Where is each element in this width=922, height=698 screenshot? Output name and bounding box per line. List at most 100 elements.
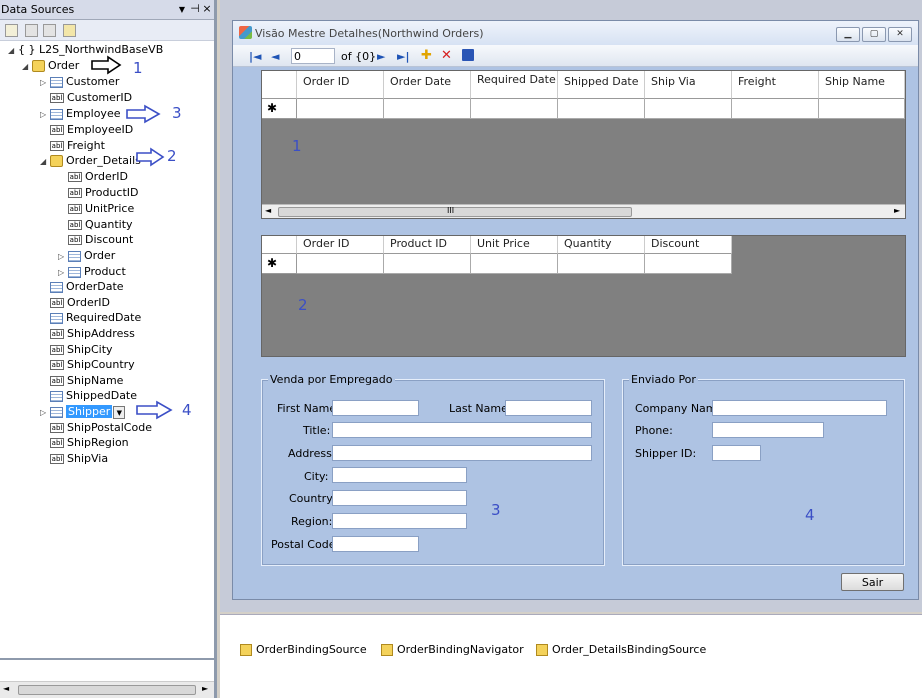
scroll-thumb[interactable]: [18, 685, 196, 695]
refresh-icon[interactable]: [63, 24, 76, 37]
grid-cell[interactable]: [558, 99, 645, 119]
expand-triangle-icon[interactable]: ▷: [58, 249, 68, 265]
tree-node-required-date[interactable]: RequiredDate: [50, 310, 141, 326]
column-header[interactable]: Shipped Date: [558, 71, 645, 99]
tree-node-employee-id[interactable]: abl EmployeeID: [50, 122, 133, 138]
maximize-button[interactable]: ▢: [862, 27, 886, 42]
region-textbox[interactable]: [332, 513, 467, 529]
tree-node-root[interactable]: ◢{ } L2S_NorthwindBaseVB: [8, 42, 163, 58]
last-name-textbox[interactable]: [505, 400, 592, 416]
save-icon[interactable]: [462, 49, 474, 61]
expand-triangle-icon[interactable]: ▷: [40, 107, 50, 123]
city-textbox[interactable]: [332, 467, 467, 483]
new-row-marker[interactable]: ✱: [262, 99, 297, 119]
collapse-triangle-icon[interactable]: ◢: [40, 154, 50, 170]
shipper-id-textbox[interactable]: [712, 445, 761, 461]
grid-cell[interactable]: [645, 99, 732, 119]
delete-icon[interactable]: ✕: [441, 48, 452, 63]
add-data-source-icon[interactable]: [5, 24, 18, 37]
move-next-icon[interactable]: ►: [377, 50, 385, 63]
orders-datagrid[interactable]: Order ID Order Date Required Date Shippe…: [261, 70, 906, 219]
title-textbox[interactable]: [332, 422, 592, 438]
tree-node-od-discount[interactable]: abl Discount: [68, 232, 133, 248]
tray-item-order-binding-navigator[interactable]: OrderBindingNavigator: [381, 643, 524, 656]
add-new-icon[interactable]: ✚: [421, 48, 432, 63]
tree-node-order[interactable]: ◢ Order: [22, 58, 79, 74]
grid-horizontal-scrollbar[interactable]: ◄ III ►: [262, 204, 905, 218]
column-header[interactable]: Discount: [645, 236, 732, 254]
new-row-marker[interactable]: ✱: [262, 254, 297, 274]
scroll-left-icon[interactable]: ◄: [265, 206, 271, 215]
tree-node-ship-via[interactable]: abl ShipVia: [50, 451, 108, 467]
tree-node-ship-postal-code[interactable]: abl ShipPostalCode: [50, 420, 152, 436]
scroll-thumb[interactable]: III: [278, 206, 632, 217]
phone-textbox[interactable]: [712, 422, 824, 438]
move-last-icon[interactable]: ►|: [397, 50, 410, 63]
tree-node-customer-id[interactable]: abl CustomerID: [50, 90, 132, 106]
scroll-right-icon[interactable]: ►: [894, 206, 900, 215]
horizontal-scrollbar[interactable]: ◄ ►: [0, 681, 214, 698]
grid-cell[interactable]: [558, 254, 645, 274]
tree-node-order-id[interactable]: abl OrderID: [50, 295, 110, 311]
column-header[interactable]: Order ID: [297, 71, 384, 99]
minimize-button[interactable]: ▁: [836, 27, 860, 42]
grid-cell[interactable]: [384, 99, 471, 119]
dropdown-icon[interactable]: ▼: [176, 5, 188, 14]
form-window[interactable]: Visão Mestre Detalhes(Northwind Orders) …: [232, 20, 919, 600]
close-icon[interactable]: ×: [201, 2, 213, 15]
grid-cell[interactable]: [297, 99, 384, 119]
column-header[interactable]: Freight: [732, 71, 819, 99]
tree-node-employee[interactable]: ▷ Employee: [40, 106, 120, 122]
column-header[interactable]: Ship Name: [819, 71, 905, 99]
scroll-left-icon[interactable]: ◄: [3, 684, 9, 693]
order-details-datagrid[interactable]: Order ID Product ID Unit Price Quantity …: [261, 235, 906, 357]
column-header[interactable]: Order ID: [297, 236, 384, 254]
control-type-dropdown[interactable]: ▼: [113, 405, 126, 419]
address-textbox[interactable]: [332, 445, 592, 461]
scroll-right-icon[interactable]: ►: [202, 684, 208, 693]
tree-node-ship-city[interactable]: abl ShipCity: [50, 342, 113, 358]
tray-item-order-binding-source[interactable]: OrderBindingSource: [240, 643, 367, 656]
column-header[interactable]: Ship Via: [645, 71, 732, 99]
tray-item-order-details-binding-source[interactable]: Order_DetailsBindingSource: [536, 643, 706, 656]
tree-node-od-quantity[interactable]: abl Quantity: [68, 217, 133, 233]
column-header[interactable]: Required Date: [471, 71, 558, 99]
postal-code-textbox[interactable]: [332, 536, 419, 552]
column-header[interactable]: Product ID: [384, 236, 471, 254]
position-input[interactable]: [291, 48, 335, 64]
close-button[interactable]: ✕: [888, 27, 912, 42]
grid-cell[interactable]: [297, 254, 384, 274]
column-header[interactable]: Order Date: [384, 71, 471, 99]
move-previous-icon[interactable]: ◄: [271, 50, 279, 63]
edit-dataset-icon[interactable]: [25, 24, 38, 37]
tree-node-od-product[interactable]: ▷ Product: [58, 264, 126, 280]
form-title-bar[interactable]: Visão Mestre Detalhes(Northwind Orders) …: [233, 21, 918, 45]
grid-cell[interactable]: [819, 99, 905, 119]
tree-node-order-details[interactable]: ◢ Order_Details: [40, 153, 141, 169]
collapse-triangle-icon[interactable]: ◢: [8, 43, 18, 59]
tree-node-ship-country[interactable]: abl ShipCountry: [50, 357, 135, 373]
column-header[interactable]: Quantity: [558, 236, 645, 254]
collapse-triangle-icon[interactable]: ◢: [22, 59, 32, 75]
expand-triangle-icon[interactable]: ▷: [40, 75, 50, 91]
tree-node-shipped-date[interactable]: ShippedDate: [50, 388, 137, 404]
tree-node-order-date[interactable]: OrderDate: [50, 279, 124, 295]
tree-node-ship-address[interactable]: abl ShipAddress: [50, 326, 135, 342]
grid-cell[interactable]: [732, 99, 819, 119]
first-name-textbox[interactable]: [332, 400, 419, 416]
tree-node-od-product-id[interactable]: abl ProductID: [68, 185, 138, 201]
company-name-textbox[interactable]: [712, 400, 887, 416]
tree-node-ship-name[interactable]: abl ShipName: [50, 373, 123, 389]
expand-triangle-icon[interactable]: ▷: [40, 405, 50, 421]
grid-cell[interactable]: [384, 254, 471, 274]
pin-icon[interactable]: ⊣: [189, 2, 201, 15]
tree-node-od-order-id[interactable]: abl OrderID: [68, 169, 128, 185]
grid-cell[interactable]: [471, 254, 558, 274]
grid-cell[interactable]: [645, 254, 732, 274]
exit-button[interactable]: Sair: [841, 573, 904, 591]
tree-node-od-order[interactable]: ▷ Order: [58, 248, 115, 264]
move-first-icon[interactable]: |◄: [249, 50, 262, 63]
grid-cell[interactable]: [471, 99, 558, 119]
tree-node-ship-region[interactable]: abl ShipRegion: [50, 435, 129, 451]
country-textbox[interactable]: [332, 490, 467, 506]
